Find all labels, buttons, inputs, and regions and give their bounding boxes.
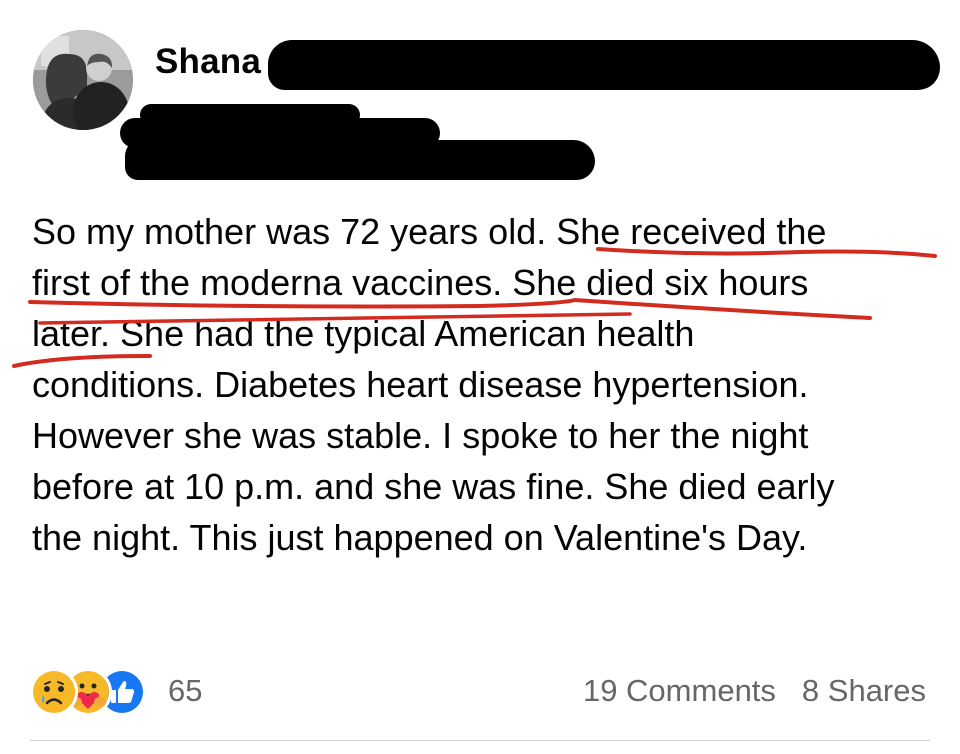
reaction-count[interactable]: 65 — [168, 673, 202, 709]
post-text: So my mother was 72 years old. She recei… — [32, 206, 932, 563]
post-text-line: conditions. Diabetes heart disease hyper… — [32, 364, 809, 405]
post-text-line: later. She had the typical American heal… — [32, 313, 695, 354]
redaction-mark — [125, 140, 595, 180]
post-text-line: However she was stable. I spoke to her t… — [32, 415, 809, 456]
facebook-post: Shana So my mother was 72 years old. She… — [0, 0, 960, 754]
post-text-line: before at 10 p.m. and she was fine. She … — [32, 466, 835, 507]
shares-link[interactable]: 8 Shares — [802, 673, 926, 708]
sad-reaction-icon — [30, 668, 78, 716]
engagement-stats: 19 Comments 8 Shares — [583, 673, 926, 709]
author-name[interactable]: Shana — [155, 42, 261, 82]
post-text-line: first of the moderna vaccines. She died … — [32, 262, 809, 303]
divider — [30, 740, 930, 741]
post-text-line: So my mother was 72 years old. She recei… — [32, 211, 827, 252]
comments-link[interactable]: 19 Comments — [583, 673, 776, 708]
author-avatar[interactable] — [33, 30, 133, 130]
post-text-line: the night. This just happened on Valenti… — [32, 517, 808, 558]
redaction-mark — [268, 40, 940, 90]
